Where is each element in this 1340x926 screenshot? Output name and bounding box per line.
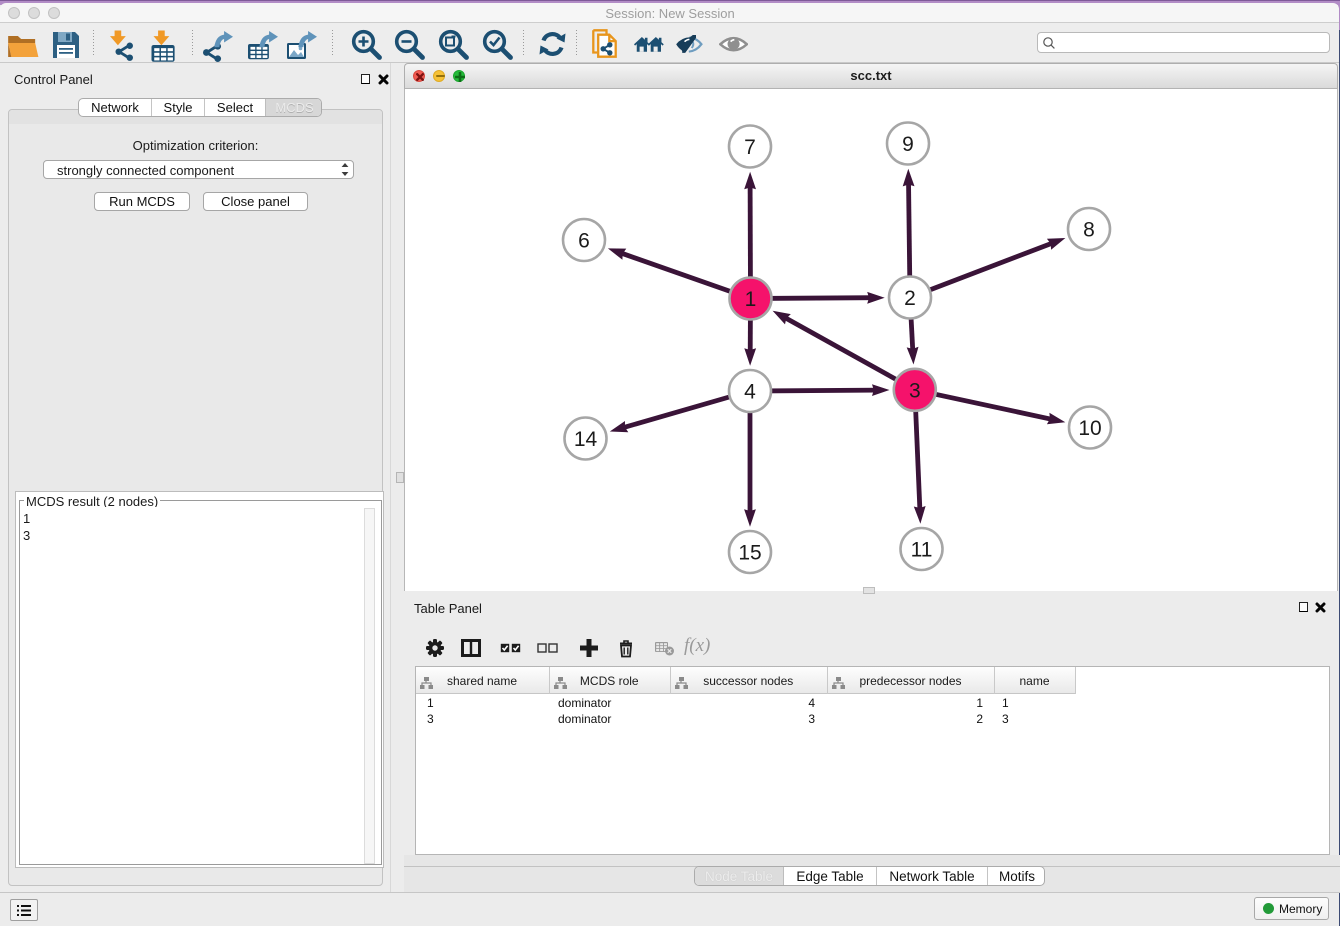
svg-text:9: 9: [902, 133, 914, 156]
svg-text:7: 7: [744, 136, 756, 159]
svg-text:2: 2: [904, 287, 916, 310]
svg-text:11: 11: [911, 539, 933, 562]
svg-text:8: 8: [1083, 219, 1095, 242]
svg-text:6: 6: [578, 230, 590, 253]
svg-text:3: 3: [909, 379, 921, 402]
svg-text:14: 14: [574, 428, 598, 451]
svg-text:15: 15: [738, 542, 761, 565]
svg-text:1: 1: [745, 288, 757, 311]
svg-text:4: 4: [744, 381, 756, 404]
svg-text:10: 10: [1078, 417, 1101, 440]
